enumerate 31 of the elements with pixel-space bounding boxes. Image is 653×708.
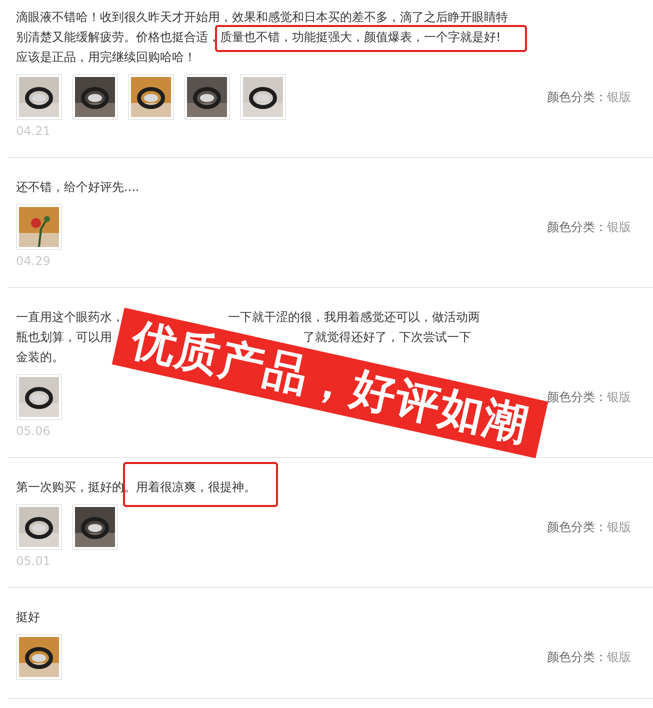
photo-thumbnail[interactable] [72,74,118,120]
review-text: 金装的。 [16,350,64,364]
photo-thumbnail[interactable] [184,74,230,120]
review-text: 一下就干涩的很，我用着感觉还可以，做活动两 [228,309,480,326]
spec-label: 颜色分类： [547,650,607,664]
review-text: 质量也不错，功能挺强大，颜值爆表，一个字就是好! [220,30,501,44]
spec-label: 颜色分类： [547,90,607,104]
spec-value: 银版 [607,220,631,234]
photo-thumbnail[interactable] [16,504,62,550]
photo-thumbnail[interactable] [16,374,62,420]
spec-label: 颜色分类： [547,390,607,404]
review-text: 瓶也划算，可以用 [16,330,112,344]
photo-thumbnail[interactable] [16,204,62,250]
photo-thumbnail[interactable] [128,74,174,120]
review-text: 第一次购买，挺好的。用着很凉爽，很提神。 [16,479,257,496]
review-text: 了就觉得还好了，下次尝试一下 [303,329,471,346]
review-text: 别清楚又能缓解疲劳。价格也挺合适， [16,30,220,44]
review-text: 挺好 [16,609,41,626]
photo-thumbnail[interactable] [16,634,62,680]
photo-thumbnail[interactable] [72,504,118,550]
review-text: 应该是正品，用完继续回购哈哈！ [16,50,196,64]
spec-label: 颜色分类： [547,520,607,534]
spec-value: 银版 [607,390,631,404]
review-text: 滴眼液不错哈！收到很久昨天才开始用，效果和感觉和日本买的差不多，滴了之后睁开眼睛特 [16,10,508,24]
spec-value: 银版 [607,520,631,534]
spec-label: 颜色分类： [547,220,607,234]
spec-value: 银版 [607,650,631,664]
photo-thumbnail[interactable] [240,74,286,120]
review-text: 还不错，给个好评先.... [16,179,140,196]
spec-value: 银版 [607,90,631,104]
photo-thumbnail[interactable] [16,74,62,120]
